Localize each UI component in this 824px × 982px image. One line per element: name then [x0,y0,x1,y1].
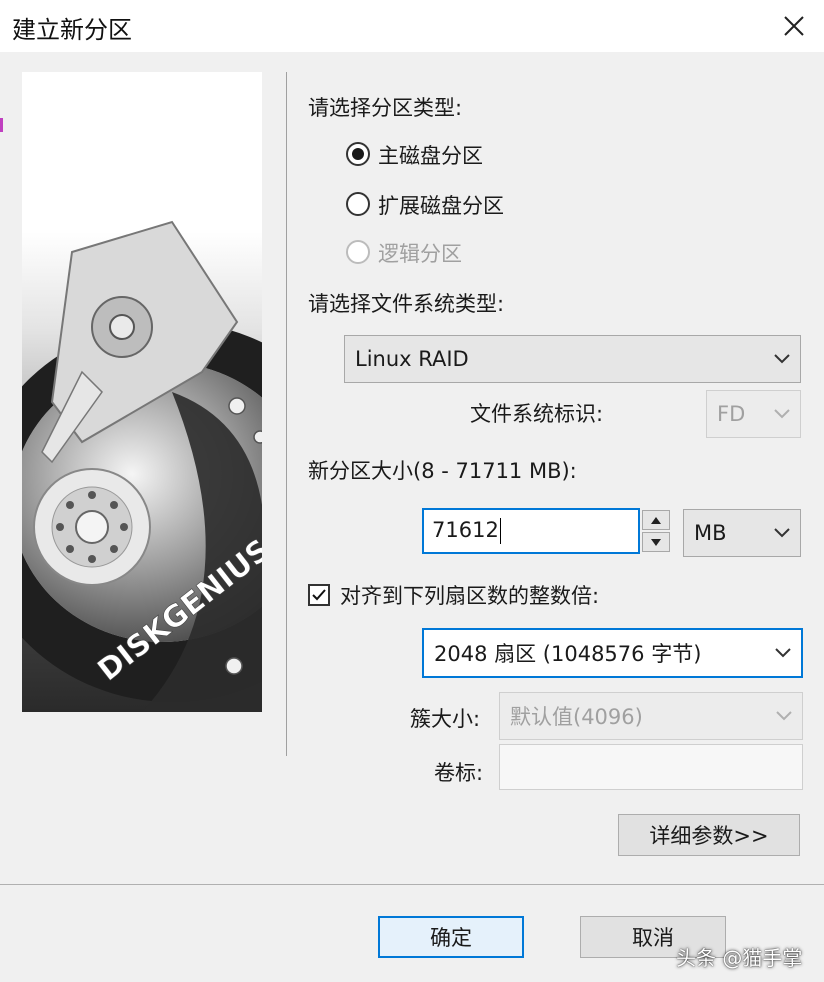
align-sector-value: 2048 扇区 (1048576 字节) [434,642,702,666]
spin-up-icon [651,516,661,524]
diskgenius-banner-image: DISKGENIUS [22,72,262,712]
radio-logical-label: 逻辑分区 [378,242,462,266]
volume-label-input [499,744,803,790]
partition-size-label: 新分区大小(8 - 71711 MB): [308,459,577,483]
chevron-down-icon [776,711,792,721]
cluster-size-select: 默认值(4096) [499,692,803,740]
size-increment-button[interactable] [642,510,670,530]
partition-type-label: 请选择分区类型: [308,96,463,120]
partition-size-input[interactable]: 71612 [422,508,640,554]
chevron-down-icon [774,528,790,538]
details-button[interactable]: 详细参数>> [618,814,800,856]
close-button[interactable] [764,0,824,52]
filesystem-type-label: 请选择文件系统类型: [308,292,505,316]
volume-label-label: 卷标: [434,761,484,785]
close-icon [784,16,804,36]
partition-size-value: 71612 [432,518,499,542]
title-bar: 建立新分区 [0,0,824,52]
align-checkbox[interactable] [308,584,330,606]
radio-logical-partition [346,240,370,264]
new-partition-dialog: 建立新分区 DISKGENIUS 请选择分区类型: 主磁盘分区 扩展磁盘分区 逻… [0,0,824,982]
spin-down-icon [651,538,661,546]
watermark-text: 头条 @猫手掌 [676,946,803,970]
filesystem-id-select: FD [706,390,801,438]
radio-primary-label: 主磁盘分区 [378,144,483,168]
cluster-size-value: 默认值(4096) [510,705,643,729]
size-unit-value: MB [694,521,727,545]
window-title: 建立新分区 [12,16,132,44]
size-unit-select[interactable]: MB [683,509,801,557]
filesystem-select[interactable]: Linux RAID [344,335,801,383]
align-label: 对齐到下列扇区数的整数倍: [340,584,600,608]
cluster-size-label: 簇大小: [410,707,481,731]
radio-extended-label: 扩展磁盘分区 [378,194,504,218]
vertical-divider [286,72,287,756]
ok-button[interactable]: 确定 [378,916,524,958]
radio-extended-partition[interactable] [346,192,370,216]
align-sector-select[interactable]: 2048 扇区 (1048576 字节) [422,628,803,678]
chevron-down-icon [774,409,790,419]
checkmark-icon [312,589,326,601]
size-decrement-button[interactable] [642,532,670,552]
window-edge-accent [0,118,3,132]
chevron-down-icon [775,648,791,658]
filesystem-id-value: FD [717,402,746,426]
footer-divider [0,884,824,885]
chevron-down-icon [774,354,790,364]
radio-primary-partition[interactable] [346,142,370,166]
filesystem-id-label: 文件系统标识: [470,402,604,426]
filesystem-select-value: Linux RAID [355,347,469,371]
